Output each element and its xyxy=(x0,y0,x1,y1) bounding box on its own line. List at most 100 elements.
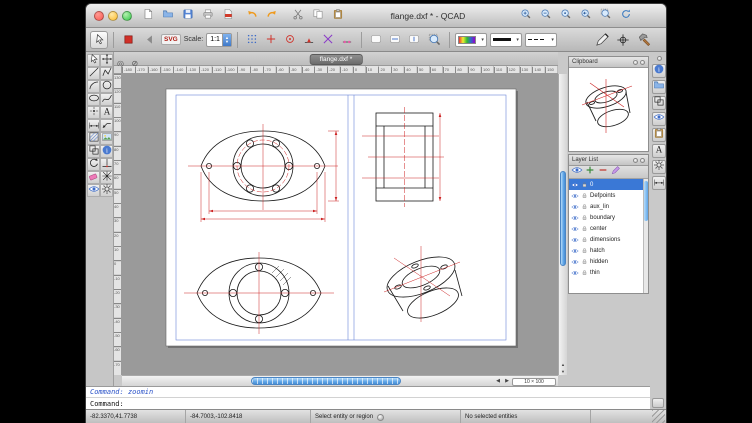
layer-lock-icon[interactable] xyxy=(581,203,588,210)
zoom-out-button[interactable] xyxy=(536,6,555,25)
drawing-canvas[interactable] xyxy=(122,74,558,375)
close-button[interactable] xyxy=(94,11,104,21)
layer-visible-icon[interactable] xyxy=(571,258,579,266)
crosshair-button[interactable] xyxy=(614,31,632,49)
layer-lock-icon[interactable] xyxy=(581,225,588,232)
layer-lock-icon[interactable] xyxy=(581,236,588,243)
snap-middle-button[interactable] xyxy=(300,31,318,49)
layer-panel-toggle-button[interactable] xyxy=(652,112,666,126)
clipboard-panel-toggle-button[interactable] xyxy=(652,128,666,142)
command-line[interactable]: Command: xyxy=(86,397,650,409)
layer-lock-icon[interactable] xyxy=(581,247,588,254)
linetype-combo[interactable]: ▾ xyxy=(525,33,557,47)
layer-visible-icon[interactable] xyxy=(571,236,579,244)
layer-visible-icon[interactable] xyxy=(571,192,579,200)
auto-zoom-button[interactable] xyxy=(556,6,575,25)
restrict-vertical-button[interactable] xyxy=(405,31,423,49)
block-list-button[interactable] xyxy=(652,96,666,110)
snap-free-button[interactable] xyxy=(262,31,280,49)
layer-row-hidden[interactable]: hidden xyxy=(569,256,643,267)
h-scrollbar[interactable]: ◀ ▶ 10 × 100 xyxy=(122,375,558,386)
layer-edit-button[interactable] xyxy=(610,167,621,178)
print-button[interactable] xyxy=(198,6,217,25)
paste-button[interactable] xyxy=(328,6,347,25)
layer-visible-icon[interactable] xyxy=(571,203,579,211)
layer-lock-icon[interactable] xyxy=(581,258,588,265)
layer-show-all-button[interactable] xyxy=(571,167,582,178)
layer-list-scrollbar[interactable] xyxy=(643,179,648,293)
layer-visible-icon[interactable] xyxy=(571,181,579,189)
zoom-window-button[interactable] xyxy=(596,6,615,25)
restrict-horizontal-button[interactable] xyxy=(386,31,404,49)
layer-row-dimensions[interactable]: dimensions xyxy=(569,234,643,245)
panel-float-button[interactable] xyxy=(633,60,638,65)
copy-button[interactable] xyxy=(308,6,327,25)
layer-scroll-thumb[interactable] xyxy=(644,181,648,221)
resize-grip-icon[interactable] xyxy=(652,410,665,423)
color-combo[interactable]: ▾ xyxy=(455,33,487,47)
snap-center-button[interactable] xyxy=(281,31,299,49)
v-scrollbar[interactable]: ▲ ▼ xyxy=(558,74,567,375)
layer-visible-icon[interactable] xyxy=(571,247,579,255)
layer-lock-icon[interactable] xyxy=(581,269,588,276)
scroll-down-button[interactable]: ▼ xyxy=(561,369,565,374)
zoom-in-button[interactable] xyxy=(516,6,535,25)
layer-row-boundary[interactable]: boundary xyxy=(569,212,643,223)
tools-button[interactable] xyxy=(635,31,653,49)
export-pdf-button[interactable] xyxy=(218,6,237,25)
clipboard-panel-header[interactable]: Clipboard xyxy=(569,57,648,68)
layer-lock-icon[interactable] xyxy=(581,192,588,199)
layer-lock-icon[interactable] xyxy=(581,214,588,221)
maximize-button[interactable] xyxy=(122,11,132,21)
snap-settings-button[interactable] xyxy=(652,160,666,174)
layer-visible-icon[interactable] xyxy=(571,225,579,233)
layer-row-hatch[interactable]: hatch xyxy=(569,245,643,256)
cut-button[interactable] xyxy=(288,6,307,25)
layer-visible-icon[interactable] xyxy=(571,269,579,277)
undo-button[interactable] xyxy=(242,6,261,25)
back-button[interactable] xyxy=(140,31,158,49)
scroll-right-button[interactable]: ▶ xyxy=(505,378,509,384)
open-file-button[interactable] xyxy=(158,6,177,25)
restrict-off-button[interactable] xyxy=(367,31,385,49)
redraw-button[interactable] xyxy=(616,6,635,25)
scroll-up-button[interactable]: ▲ xyxy=(561,362,565,367)
library-browser-button[interactable] xyxy=(652,80,666,94)
panel-close-button[interactable] xyxy=(640,60,645,65)
layer-row-Defpoints[interactable]: Defpoints xyxy=(569,190,643,201)
layer-row-0[interactable]: 0 xyxy=(569,179,643,190)
previous-view-button[interactable] xyxy=(576,6,595,25)
snap-grid-button[interactable] xyxy=(243,31,261,49)
layer-row-thin[interactable]: thin xyxy=(569,267,643,278)
selection-pointer-button[interactable] xyxy=(90,31,108,49)
panel-float-button[interactable] xyxy=(657,56,662,61)
scale-combo[interactable]: 1:1 ▲▼ xyxy=(206,33,232,47)
measure-tool-button[interactable] xyxy=(652,176,666,190)
reset-button[interactable] xyxy=(119,31,137,49)
panel-close-button[interactable] xyxy=(640,158,645,163)
redo-button[interactable] xyxy=(262,6,281,25)
property-editor-button[interactable]: i xyxy=(652,64,666,78)
layer-visible-icon[interactable] xyxy=(571,214,579,222)
command-line-toggle-button[interactable]: A xyxy=(652,144,666,158)
layer-row-center[interactable]: center xyxy=(569,223,643,234)
scroll-left-button[interactable]: ◀ xyxy=(496,378,500,384)
v-scroll-thumb[interactable] xyxy=(560,171,566,266)
layer-row-aux_lin[interactable]: aux_lin xyxy=(569,201,643,212)
settings-button[interactable] xyxy=(100,184,113,197)
zoom-window-button[interactable] xyxy=(426,31,444,49)
document-tab[interactable]: flange.dxf * xyxy=(310,54,363,65)
minimize-button[interactable] xyxy=(108,11,118,21)
panel-float-button[interactable] xyxy=(633,158,638,163)
scale-stepper[interactable]: ▲▼ xyxy=(222,34,231,46)
svg-export-button[interactable]: SVG xyxy=(161,34,181,45)
save-file-button[interactable] xyxy=(178,6,197,25)
snap-distance-button[interactable] xyxy=(338,31,356,49)
layer-remove-button[interactable] xyxy=(597,167,608,178)
command-input[interactable] xyxy=(127,400,646,408)
snap-intersection-button[interactable] xyxy=(319,31,337,49)
draw-mode-button[interactable] xyxy=(593,31,611,49)
layer-visibility-button[interactable] xyxy=(87,184,100,197)
new-file-button[interactable] xyxy=(138,6,157,25)
titlebar[interactable]: flange.dxf * - QCAD xyxy=(86,4,666,28)
